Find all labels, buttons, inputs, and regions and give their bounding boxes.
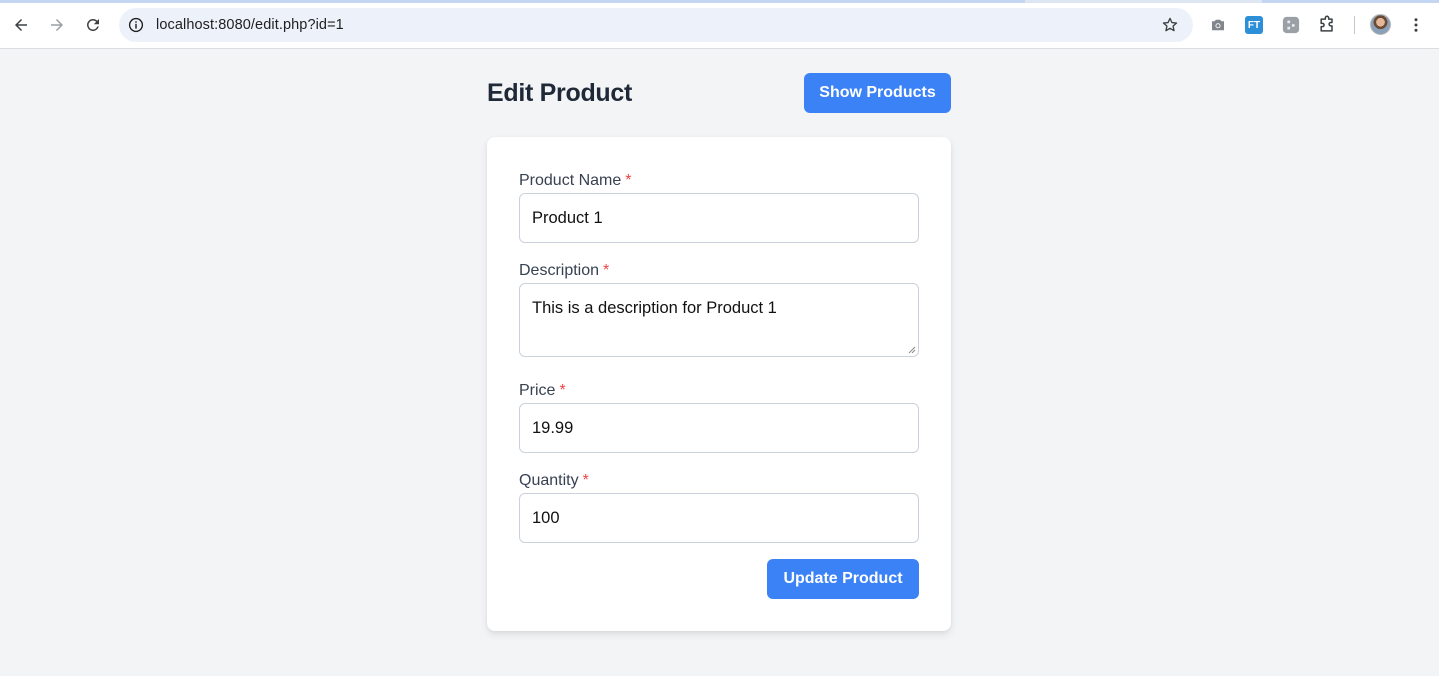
price-label: Price * — [519, 382, 566, 400]
reload-icon — [87, 19, 99, 31]
extension-ft-label: FT — [1245, 16, 1263, 34]
address-bar[interactable]: localhost:8080/edit.php?id=1 — [119, 8, 1193, 42]
product-name-input[interactable]: Product 1 — [519, 193, 919, 243]
edit-product-form: Product Name * Product 1 Description * Thi… — [487, 137, 951, 631]
product-name-value: Product 1 — [532, 208, 603, 227]
more-vert-icon[interactable] — [1406, 15, 1426, 35]
quantity-label: Quantity * — [519, 472, 589, 490]
extension-puzzle-piece-icon[interactable] — [1281, 15, 1301, 35]
description-label-text: Description — [519, 262, 600, 279]
price-value: 19.99 — [532, 418, 574, 437]
quantity-label-text: Quantity — [519, 472, 579, 489]
browser-toolbar: localhost:8080/edit.php?id=1 FT — [0, 0, 1439, 49]
info-icon[interactable] — [127, 16, 145, 34]
quantity-value: 100 — [532, 508, 560, 527]
description-textarea[interactable]: This is a description for Product 1 — [519, 283, 919, 357]
forward-button[interactable] — [44, 12, 70, 38]
extensions-icon[interactable] — [1317, 15, 1337, 35]
description-label: Description * — [519, 262, 609, 280]
required-mark: * — [603, 262, 610, 279]
camera-icon[interactable] — [1208, 15, 1228, 35]
price-label-text: Price — [519, 382, 556, 399]
reload-button[interactable] — [80, 12, 106, 38]
tab-strip — [0, 0, 1439, 3]
price-input[interactable]: 19.99 — [519, 403, 919, 453]
product-name-label-text: Product Name — [519, 172, 622, 189]
product-name-label: Product Name * — [519, 172, 632, 190]
show-products-button[interactable]: Show Products — [804, 73, 951, 113]
url-text[interactable]: localhost:8080/edit.php?id=1 — [156, 17, 344, 33]
update-product-button[interactable]: Update Product — [767, 559, 919, 599]
required-mark: * — [582, 472, 589, 489]
required-mark: * — [625, 172, 632, 189]
required-mark: * — [559, 382, 566, 399]
back-button[interactable] — [8, 12, 34, 38]
page-title: Edit Product — [487, 79, 633, 107]
extension-ft-icon[interactable]: FT — [1244, 15, 1264, 35]
description-value: This is a description for Product 1 — [532, 299, 777, 317]
quantity-input[interactable]: 100 — [519, 493, 919, 543]
toolbar-divider — [1354, 16, 1355, 34]
resize-handle-icon[interactable] — [908, 346, 916, 354]
back-arrow-icon — [15, 19, 27, 31]
profile-avatar[interactable] — [1370, 14, 1391, 35]
page-header: Edit Product Show Products — [487, 73, 951, 113]
forward-arrow-icon — [51, 19, 63, 31]
star-icon[interactable] — [1161, 16, 1179, 34]
